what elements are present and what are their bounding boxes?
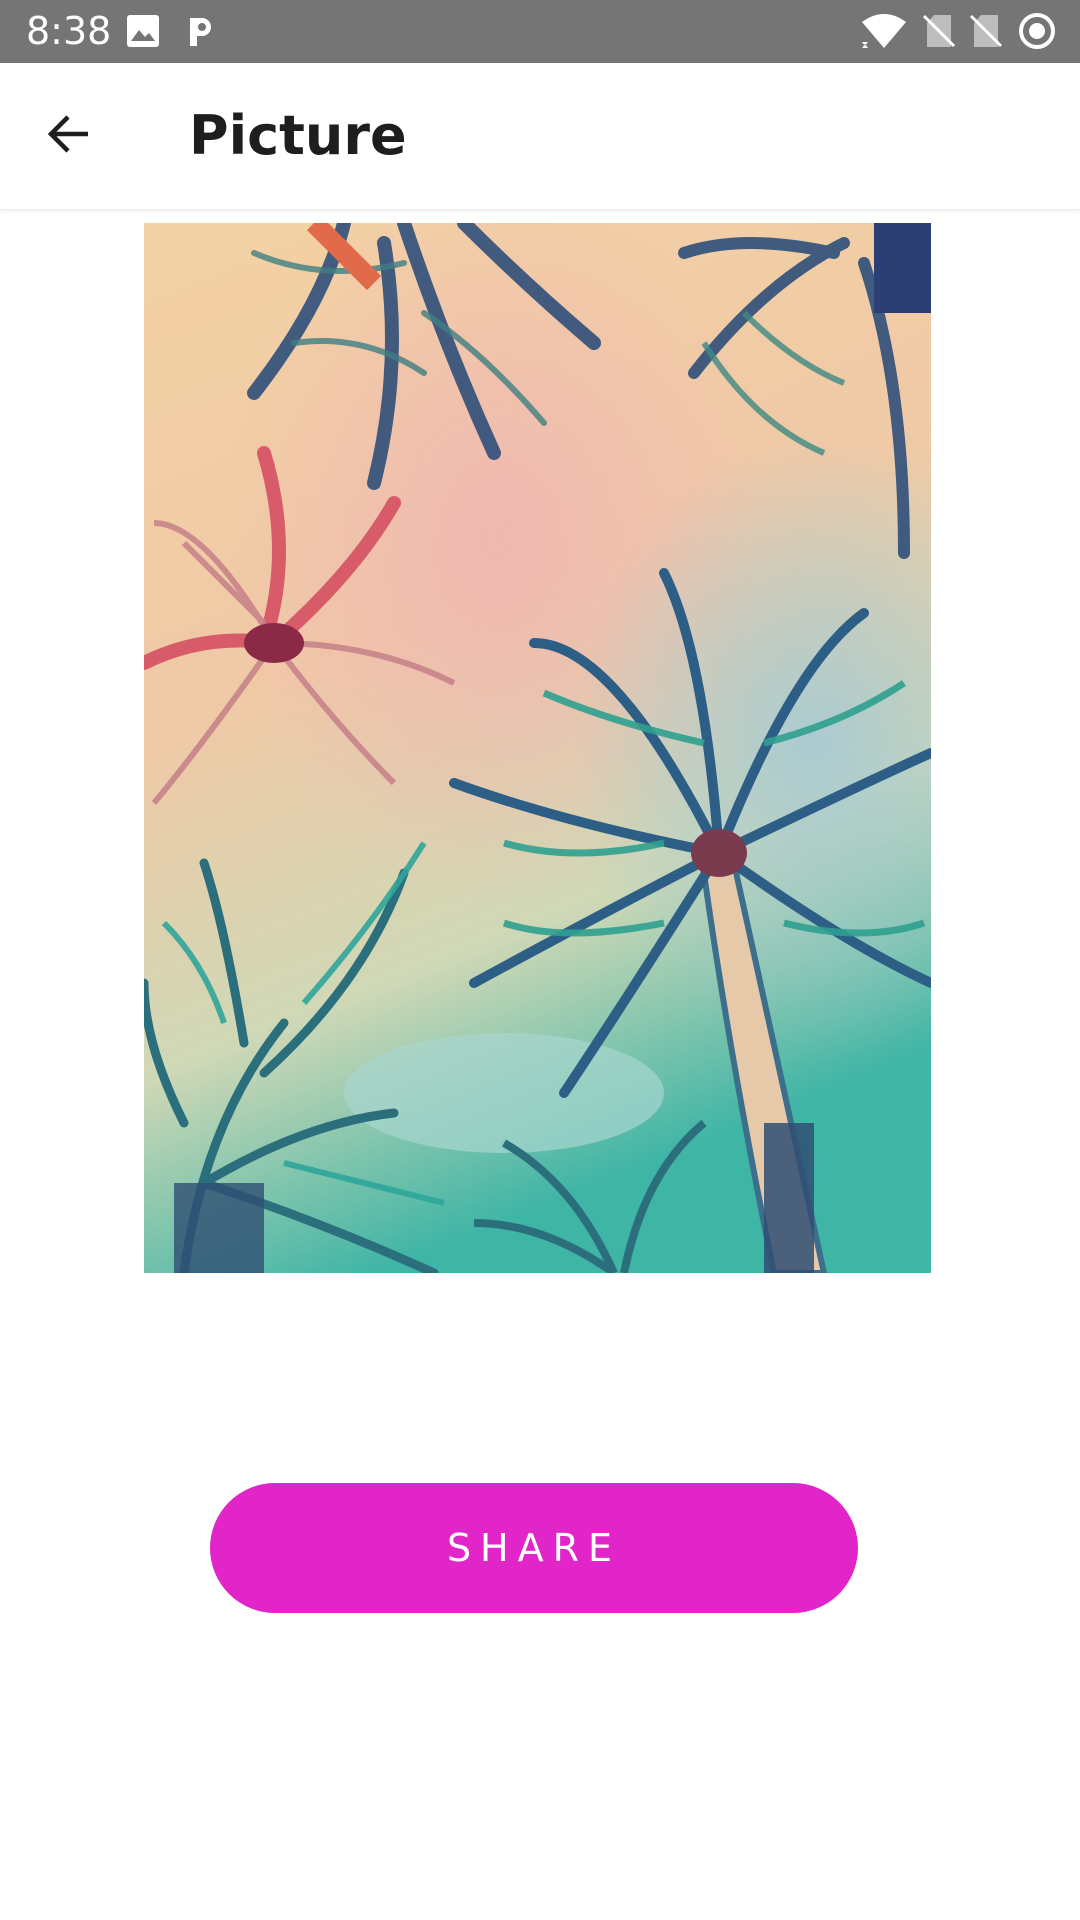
share-button[interactable]: SHARE (210, 1483, 858, 1613)
back-button[interactable] (28, 95, 110, 177)
status-time: 8:38 (26, 9, 112, 53)
no-sim-icon (920, 12, 958, 50)
share-button-label: SHARE (446, 1526, 622, 1570)
parking-p-icon (182, 12, 220, 50)
image-icon (124, 12, 162, 50)
status-bar: 8:38 (0, 0, 1080, 63)
palm-trees-photo (144, 223, 931, 1273)
page-title: Picture (189, 104, 407, 167)
arrow-back-icon (46, 111, 92, 162)
sync-circle-icon (1018, 12, 1056, 50)
wifi-icon (860, 12, 908, 50)
no-sim-icon (967, 12, 1005, 50)
app-bar: Picture (0, 63, 1080, 210)
